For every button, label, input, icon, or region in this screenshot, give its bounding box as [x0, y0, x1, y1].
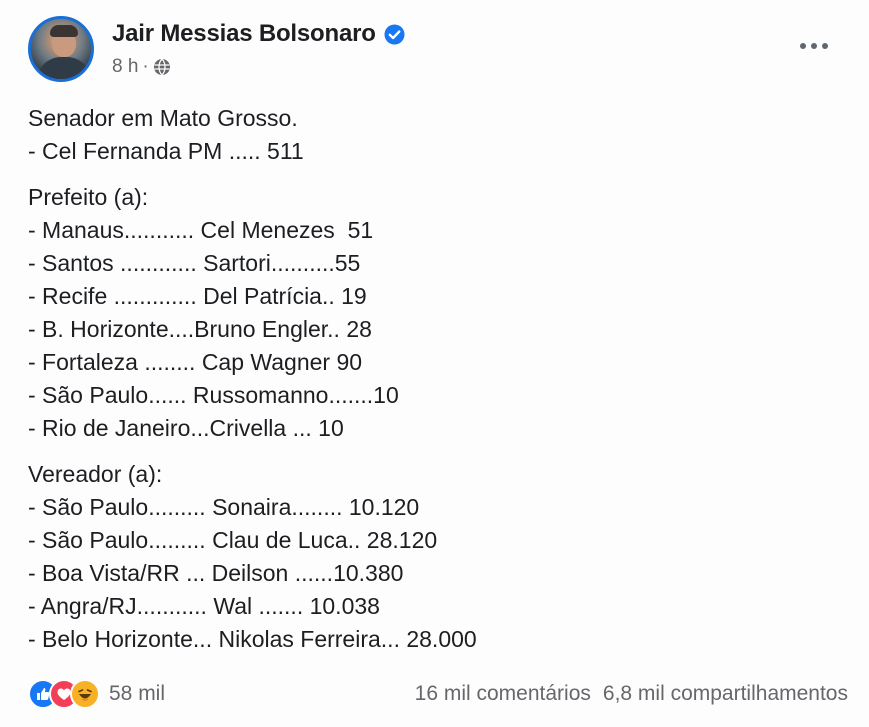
more-options-button[interactable] — [794, 32, 834, 60]
post-header: Jair Messias Bolsonaro 8 h · — [28, 16, 848, 86]
post-footer: 58 mil 16 mil comentários 6,8 mil compar… — [28, 674, 848, 714]
avatar[interactable] — [28, 16, 94, 82]
globe-icon[interactable] — [153, 58, 171, 76]
comments-link[interactable]: 16 mil comentários — [415, 682, 591, 706]
list-item: - Fortaleza ........ Cap Wagner 90 — [28, 349, 363, 375]
author-row: Jair Messias Bolsonaro — [112, 20, 405, 48]
list-item: - Recife ............. Del Patrícia.. 19 — [28, 283, 367, 309]
section-prefeito: Prefeito (a): - Manaus........... Cel Me… — [28, 181, 848, 445]
author-name[interactable]: Jair Messias Bolsonaro — [112, 20, 376, 48]
section-senador: Senador em Mato Grosso. - Cel Fernanda P… — [28, 102, 848, 168]
list-item: - Angra/RJ........... Wal ....... 10.038 — [28, 593, 380, 619]
post-content: Senador em Mato Grosso. - Cel Fernanda P… — [28, 102, 848, 669]
facebook-post: Jair Messias Bolsonaro 8 h · Senador em … — [0, 0, 869, 727]
post-meta: 8 h · — [112, 56, 171, 78]
list-item: - Rio de Janeiro...Crivella ... 10 — [28, 415, 344, 441]
section-title: Vereador (a): — [28, 461, 163, 487]
list-item: - B. Horizonte....Bruno Engler.. 28 — [28, 316, 372, 342]
section-vereador: Vereador (a): - São Paulo......... Sonai… — [28, 458, 848, 656]
section-title: Senador em Mato Grosso. — [28, 105, 298, 131]
list-item: - São Paulo......... Clau de Luca.. 28.1… — [28, 527, 438, 553]
engagement-stats: 16 mil comentários 6,8 mil compartilhame… — [415, 682, 848, 706]
list-item: - São Paulo...... Russomanno.......10 — [28, 382, 399, 408]
list-item: - Manaus........... Cel Menezes 51 — [28, 217, 374, 243]
verified-badge-icon — [384, 24, 405, 45]
shares-link[interactable]: 6,8 mil compartilhamentos — [603, 682, 848, 706]
more-options-icon — [800, 43, 828, 49]
list-item: - Belo Horizonte... Nikolas Ferreira... … — [28, 626, 477, 652]
reaction-count: 58 mil — [109, 682, 166, 705]
section-title: Prefeito (a): — [28, 184, 149, 210]
list-item: - Santos ............ Sartori..........5… — [28, 250, 361, 276]
post-time[interactable]: 8 h — [112, 56, 138, 78]
list-item: - São Paulo......... Sonaira........ 10.… — [28, 494, 420, 520]
list-item: - Boa Vista/RR ... Deilson ......10.380 — [28, 560, 404, 586]
haha-icon — [70, 679, 100, 709]
list-item: - Cel Fernanda PM ..... 511 — [28, 138, 304, 164]
meta-separator: · — [142, 56, 149, 77]
reactions-summary[interactable]: 58 mil — [28, 679, 165, 709]
